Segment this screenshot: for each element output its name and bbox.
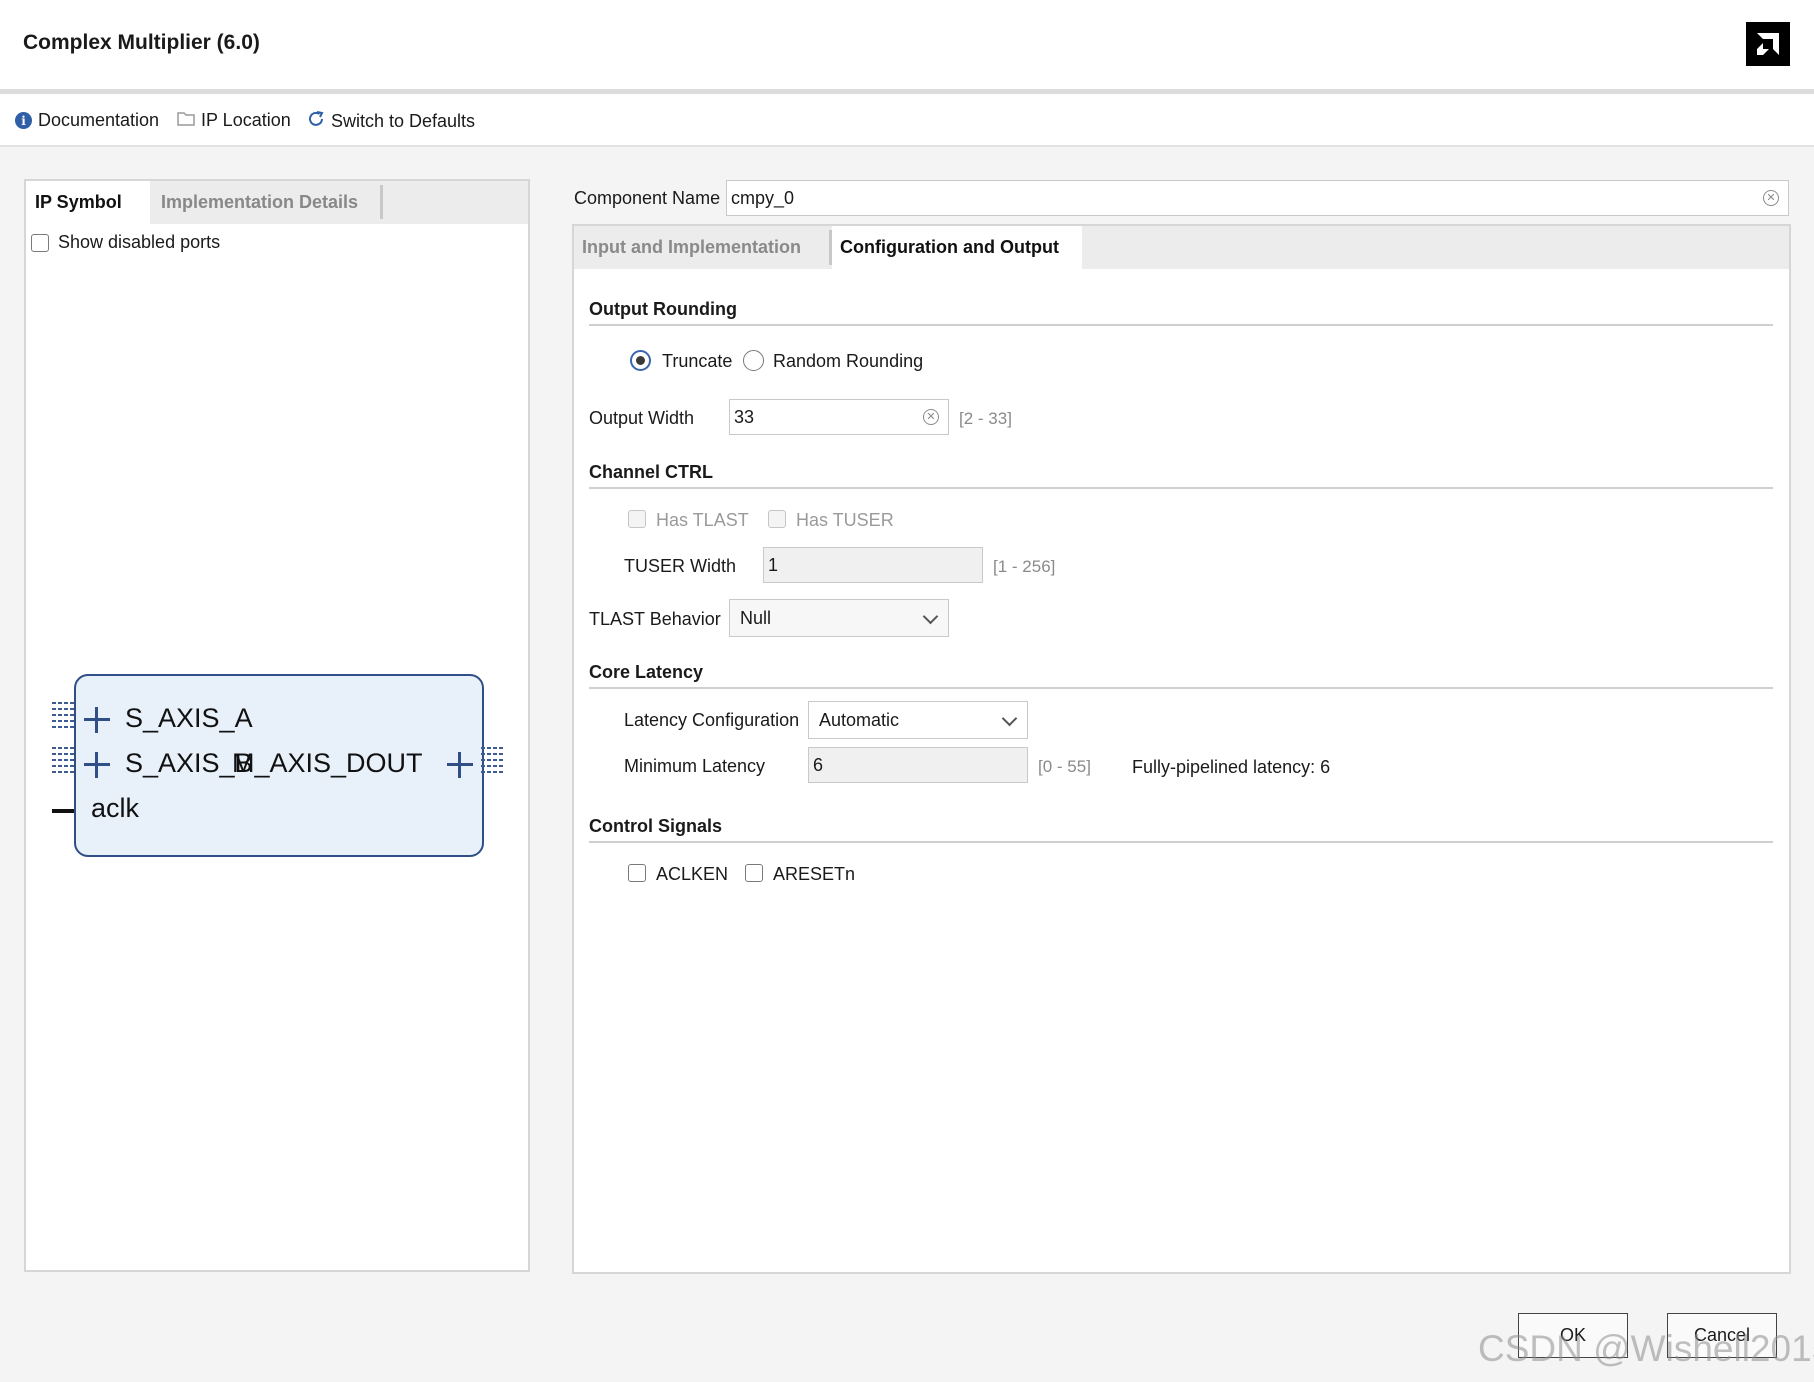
ip-location-button[interactable]: IP Location — [177, 110, 291, 131]
aresetn-label: ARESETn — [773, 864, 856, 884]
minimum-latency-input[interactable]: 6 — [808, 747, 1028, 783]
has-tlast-label: Has TLAST — [656, 510, 749, 530]
switch-to-defaults-label: Switch to Defaults — [331, 111, 476, 131]
aclken-label: ACLKEN — [656, 864, 729, 884]
component-name-label: Component Name — [574, 188, 721, 208]
latency-configuration-value: Automatic — [819, 709, 900, 730]
switch-to-defaults-button[interactable]: Switch to Defaults — [307, 110, 475, 133]
output-width-value: 33 — [734, 406, 755, 427]
section-divider — [589, 841, 1773, 843]
dialog-header: Complex Multiplier (6.0) — [0, 0, 1814, 94]
expand-port-icon[interactable] — [84, 752, 110, 778]
minimum-latency-value: 6 — [813, 754, 824, 775]
minimum-latency-label: Minimum Latency — [624, 756, 766, 776]
aresetn-checkbox[interactable] — [745, 864, 763, 882]
port-s-axis-a: S_AXIS_A — [125, 703, 253, 733]
output-width-label: Output Width — [589, 408, 695, 428]
clear-icon[interactable]: ✕ — [923, 409, 939, 425]
tuser-width-value: 1 — [768, 554, 779, 575]
checkbox-box[interactable] — [31, 233, 49, 252]
ip-symbol-panel: IP Symbol Implementation Details Show di… — [24, 179, 530, 1272]
refresh-icon — [307, 110, 325, 133]
truncate-radio[interactable] — [630, 350, 651, 371]
fully-pipelined-latency: Fully-pipelined latency: 6 — [1132, 757, 1331, 777]
expand-port-icon[interactable] — [447, 752, 473, 778]
port-aclk: aclk — [91, 793, 140, 823]
latency-configuration-select[interactable]: Automatic — [808, 701, 1028, 739]
section-divider — [589, 324, 1773, 326]
output-width-input[interactable]: 33 ✕ — [729, 399, 949, 435]
section-core-latency: Core Latency — [589, 662, 704, 682]
left-tab-bar: IP Symbol Implementation Details — [26, 181, 528, 224]
aclken-checkbox[interactable] — [628, 864, 646, 882]
has-tuser-label: Has TUSER — [796, 510, 894, 530]
random-rounding-label: Random Rounding — [773, 351, 924, 371]
info-icon: i — [15, 112, 32, 129]
tlast-behavior-label: TLAST Behavior — [589, 609, 721, 629]
documentation-label: Documentation — [38, 110, 160, 130]
show-disabled-ports-checkbox[interactable]: Show disabled ports — [31, 232, 220, 253]
expand-port-icon[interactable] — [84, 707, 110, 733]
folder-icon — [177, 110, 195, 131]
tuser-width-range: [1 - 256] — [993, 557, 1056, 576]
chevron-down-icon — [922, 608, 939, 625]
show-disabled-ports-label: Show disabled ports — [58, 232, 221, 252]
tab-implementation-details[interactable]: Implementation Details — [152, 181, 367, 224]
clock-pin — [52, 809, 74, 813]
section-control-signals: Control Signals — [589, 816, 723, 836]
documentation-button[interactable]: i Documentation — [15, 110, 159, 131]
right-tab-bar: Input and Implementation Configuration a… — [574, 226, 1789, 269]
section-divider — [589, 487, 1773, 489]
watermark: CSDN @Wishell2015 — [1478, 1328, 1814, 1369]
dialog-title: Complex Multiplier (6.0) — [23, 31, 260, 54]
tuser-width-label: TUSER Width — [624, 556, 737, 576]
tlast-behavior-value: Null — [740, 607, 772, 628]
port-m-axis-dout: M_AXIS_DOUT — [232, 748, 423, 778]
configuration-panel: Input and Implementation Configuration a… — [572, 224, 1791, 1274]
has-tuser-checkbox[interactable] — [768, 510, 786, 528]
section-divider — [589, 687, 1773, 689]
random-rounding-radio[interactable] — [743, 350, 764, 371]
output-width-range: [2 - 33] — [959, 409, 1012, 428]
tab-input-and-implementation[interactable]: Input and Implementation — [582, 226, 801, 269]
latency-configuration-label: Latency Configuration — [624, 710, 800, 730]
has-tlast-checkbox[interactable] — [628, 510, 646, 528]
section-output-rounding: Output Rounding — [589, 299, 737, 319]
section-channel-ctrl: Channel CTRL — [589, 462, 713, 482]
tuser-width-input[interactable]: 1 — [763, 547, 983, 583]
tab-configuration-and-output[interactable]: Configuration and Output — [832, 226, 1082, 269]
clear-icon[interactable]: ✕ — [1763, 190, 1779, 206]
tlast-behavior-select[interactable]: Null — [729, 599, 949, 637]
bus-interface-icon — [52, 702, 74, 736]
amd-logo-icon — [1746, 22, 1790, 66]
bus-interface-icon — [52, 747, 74, 781]
tab-divider — [380, 185, 383, 219]
tab-ip-symbol[interactable]: IP Symbol — [26, 181, 150, 224]
ip-location-label: IP Location — [201, 110, 291, 130]
chevron-down-icon — [1001, 710, 1018, 727]
component-name-value: cmpy_0 — [731, 187, 795, 208]
truncate-label: Truncate — [662, 351, 733, 371]
toolbar: i Documentation IP Location Switch to De… — [0, 94, 1814, 147]
component-name-input[interactable]: cmpy_0 ✕ — [726, 180, 1789, 216]
bus-interface-icon — [481, 747, 503, 781]
minimum-latency-range: [0 - 55] — [1038, 757, 1091, 776]
